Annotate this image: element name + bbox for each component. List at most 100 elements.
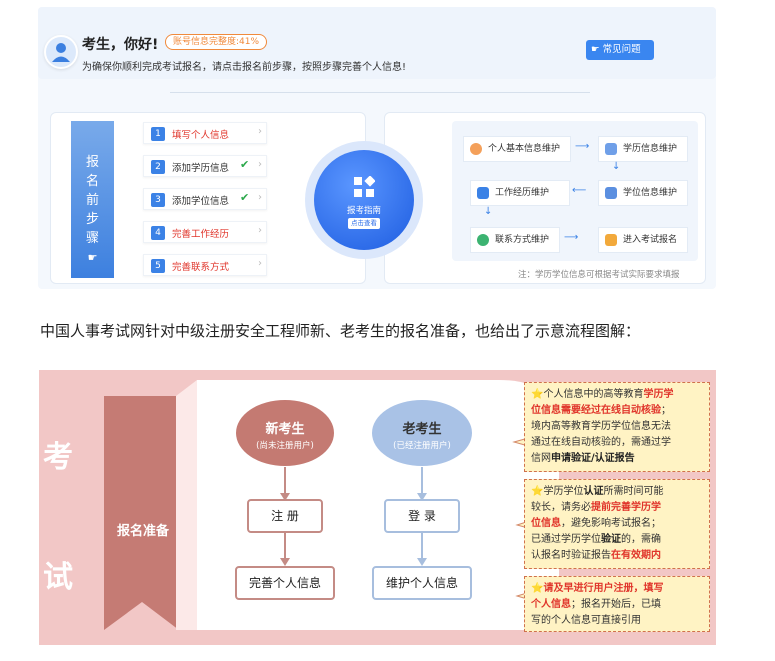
- note-segment: 提前完善学历学: [591, 502, 661, 513]
- flow-node-work: 工作经历维护: [470, 180, 570, 206]
- note-text: ⭐个人信息中的高等教育学历学 位信息需要经过在线自动核验； 境内高等教育学历学位信息…: [531, 387, 703, 467]
- flow-node-label: 学位信息维护: [623, 188, 678, 198]
- note-segment: 写的个人信息可直接引用: [531, 615, 641, 626]
- chevron-right-icon: ›: [258, 258, 262, 269]
- step-number: 1: [151, 127, 165, 141]
- new-title: 新考生: [265, 422, 305, 437]
- flow-node-label: 联系方式维护: [495, 235, 550, 245]
- flow-node-personal: 个人基本信息维护: [463, 136, 571, 162]
- note-segment: 学历学: [643, 389, 674, 400]
- flow-node-degree: 学位信息维护: [598, 180, 688, 206]
- note-text: ⭐请及早进行用户注册，填写 个人信息；报名开始后，已填 写的个人信息可直接引用: [531, 581, 703, 629]
- pointer-icon: ☛: [87, 251, 98, 264]
- user-icon: [52, 43, 70, 62]
- step-label: 完善工作经历: [172, 229, 230, 240]
- title-char: 骤: [85, 231, 99, 246]
- hand-icon: ☛: [591, 44, 600, 55]
- note-segment: 通过在线自动核验的，需通过学: [531, 437, 671, 448]
- old-subtitle: (已经注册用户): [393, 441, 451, 451]
- note-segment: 认报名时验证报告: [531, 550, 611, 561]
- flow-node-label: 个人基本信息维护: [488, 144, 561, 154]
- guide-button[interactable]: 报考指南 点击查看: [314, 150, 414, 250]
- note-line: 位信息需要经过在线自动核验；: [531, 403, 703, 419]
- greeting: 考生，你好!: [82, 37, 159, 53]
- arrow-right-icon: ⟶: [575, 141, 590, 152]
- side-char: 试: [43, 560, 73, 595]
- chevron-right-icon: ›: [258, 192, 262, 203]
- note-segment: 位信息: [531, 518, 561, 529]
- step-label: 填写个人信息: [172, 130, 230, 141]
- chevron-right-icon: ›: [258, 126, 262, 137]
- note-segment: 所需时间可能: [603, 486, 664, 497]
- note-segment: 的，需确: [621, 534, 661, 545]
- document-icon: [605, 234, 617, 246]
- prep-label: 报名准备: [116, 524, 169, 539]
- step-label: 添加学历信息: [172, 163, 230, 174]
- completeness-badge: 账号信息完整度:41%: [165, 34, 268, 50]
- new-subtitle: (尚未注册用户): [256, 441, 314, 451]
- note-line: 写的个人信息可直接引用: [531, 613, 703, 629]
- arrow-down-icon: ↓: [612, 161, 621, 172]
- flow-node-label: 工作经历维护: [495, 188, 550, 198]
- step-number: 4: [151, 226, 165, 240]
- note-segment: ⭐学历学位: [531, 486, 584, 497]
- cap-icon: [605, 143, 617, 155]
- title-char: 报: [85, 155, 99, 170]
- note-segment: 个人信息: [531, 599, 571, 610]
- note-line: 个人信息；报名开始后，已填: [531, 597, 703, 613]
- faq-button-label: 常见问题: [602, 44, 641, 55]
- faq-button[interactable]: ☛ 常见问题: [586, 40, 654, 60]
- flow-node-label: 学历信息维护: [623, 144, 678, 154]
- intro-paragraph: 中国人事考试网针对中级注册安全工程师新、老考生的报名准备，也给出了示意流程图解：: [40, 322, 641, 340]
- note-segment: ；报名开始后，已填: [571, 599, 661, 610]
- title-char: 前: [85, 193, 99, 208]
- note-text: ⭐学历学位认证所需时间可能 较长，请务必提前完善学历学 位信息，避免影响考试报名；已…: [531, 484, 703, 564]
- note-line: 较长，请务必提前完善学历学: [531, 500, 703, 516]
- note-line: 认报名时验证报告在有效期内: [531, 548, 703, 564]
- guide-tag: 点击查看: [348, 218, 380, 229]
- step-number: 3: [151, 193, 165, 207]
- note-line: ⭐个人信息中的高等教育学历学: [531, 387, 703, 403]
- check-icon: ✔: [240, 191, 250, 204]
- note-segment: ，避免影响考试报名；: [561, 518, 661, 529]
- divider: [170, 92, 590, 93]
- arrow-right-icon: ⟶: [564, 232, 579, 243]
- briefcase-icon: [477, 187, 489, 199]
- check-icon: ✔: [240, 158, 250, 171]
- flow-note: 注：学历学位信息可根据考试实际要求填报: [518, 270, 680, 280]
- note-line: 通过在线自动核验的，需通过学: [531, 435, 703, 451]
- person-icon: [470, 143, 482, 155]
- step-4[interactable]: 4 完善工作经历 ›: [143, 221, 267, 243]
- note-segment: 较长，请务必: [531, 502, 591, 513]
- flow-node-contact: 联系方式维护: [470, 227, 560, 253]
- note-line: ⭐学历学位认证所需时间可能: [531, 484, 703, 500]
- old-candidate-oval: 老考生 (已经注册用户): [372, 400, 472, 466]
- note-line: 境内高等教育学历学位信息无法: [531, 419, 703, 435]
- step-1[interactable]: 1 填写个人信息 ›: [143, 122, 267, 144]
- note-segment: 验证: [601, 534, 621, 545]
- panel-edge: [176, 380, 197, 630]
- certificate-icon: [605, 187, 617, 199]
- side-char: 考: [43, 440, 73, 475]
- flow-node-label: 进入考试报名: [623, 235, 678, 245]
- note-box-2: ⭐学历学位认证所需时间可能 较长，请务必提前完善学历学 位信息，避免影响考试报名；已…: [524, 479, 710, 569]
- chevron-right-icon: ›: [258, 159, 262, 170]
- step-label: 完善联系方式: [172, 262, 230, 273]
- title-char: 步: [85, 212, 99, 227]
- chevron-right-icon: ›: [258, 225, 262, 236]
- note-segment: 已通过学历学位: [531, 534, 601, 545]
- process-diagram: 考 试 报名准备 新考生 (尚未注册用户) 老考生 (已经注册用户) 注 册 完…: [39, 370, 716, 645]
- note-line: 位信息，避免影响考试报名；: [531, 516, 703, 532]
- arrow-down-icon: ↓: [484, 206, 493, 217]
- avatar: [44, 35, 78, 69]
- step-number: 2: [151, 160, 165, 174]
- flow-node-education: 学历信息维护: [598, 136, 688, 162]
- note-segment: ；: [661, 405, 671, 416]
- note-line: 信网申请验证/认证报告: [531, 451, 703, 467]
- note-line: ⭐请及早进行用户注册，填写: [531, 581, 703, 597]
- new-candidate-oval: 新考生 (尚未注册用户): [236, 400, 334, 466]
- step-5[interactable]: 5 完善联系方式 ›: [143, 254, 267, 276]
- step-label: 添加学位信息: [172, 196, 230, 207]
- note-segment: 在有效期内: [611, 550, 661, 561]
- maintain-info-box: 维护个人信息: [372, 566, 472, 600]
